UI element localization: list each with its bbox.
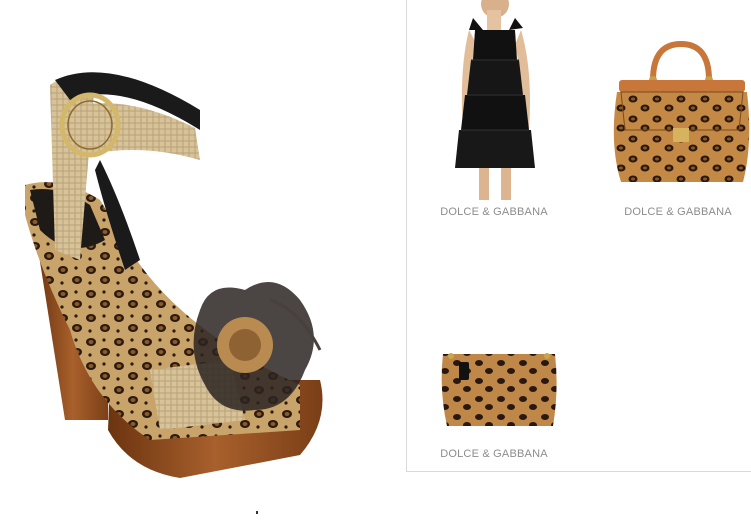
related-products-panel: DOLCE & GABBANA DOLCE & GABBANA DOLCE & … bbox=[406, 0, 751, 472]
related-product-dress[interactable]: DOLCE & GABBANA bbox=[429, 0, 559, 218]
black-dress-image bbox=[455, 0, 535, 200]
platform-sandal-image bbox=[25, 72, 323, 478]
related-product-clutch[interactable]: DOLCE & GABBANA bbox=[429, 340, 559, 460]
mouse-cursor-icon bbox=[256, 511, 258, 514]
main-product-image[interactable] bbox=[0, 0, 405, 516]
product-brand-label: DOLCE & GABBANA bbox=[624, 206, 732, 218]
leopard-clutch-image bbox=[441, 353, 557, 426]
product-brand-label: DOLCE & GABBANA bbox=[440, 448, 548, 460]
product-brand-label: DOLCE & GABBANA bbox=[440, 206, 548, 218]
leopard-handbag-image bbox=[613, 40, 750, 182]
related-product-handbag[interactable]: DOLCE & GABBANA bbox=[603, 34, 751, 218]
